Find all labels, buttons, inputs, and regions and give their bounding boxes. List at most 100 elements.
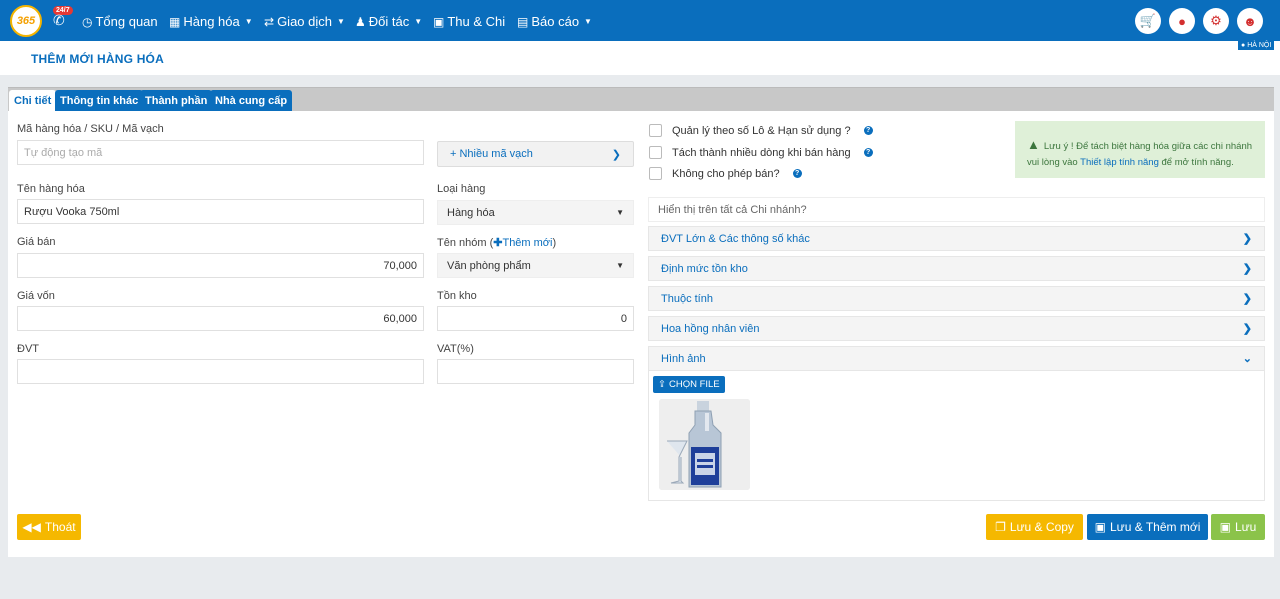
nav-dashboard[interactable]: ◷ Tổng quan [82, 14, 158, 29]
product-image[interactable] [659, 399, 750, 490]
nav-cashflow[interactable]: ▣ Thu & Chi [433, 14, 505, 29]
save-copy-label: Lưu & Copy [1009, 520, 1074, 534]
caret-down-icon: ▼ [616, 261, 624, 270]
back-icon: ◀◀ [22, 520, 41, 534]
floppy-icon: ▣ [1219, 520, 1231, 534]
nav-reports[interactable]: ▤ Báo cáo ▼ [517, 14, 592, 29]
map-marker-icon: ● [1178, 13, 1186, 29]
accordion-images[interactable]: Hình ảnh ⌄ [648, 346, 1265, 371]
tab-details[interactable]: Chi tiết [9, 90, 57, 111]
feature-settings-link[interactable]: Thiết lập tính năng [1080, 157, 1159, 168]
help-icon[interactable]: ? [863, 148, 873, 157]
chevron-down-icon: ▼ [244, 17, 253, 26]
accordion-attributes[interactable]: Thuộc tính ❯ [648, 286, 1265, 311]
chevron-right-icon: ❯ [611, 148, 621, 161]
cost-input[interactable]: 60,000 [17, 306, 424, 331]
save-button[interactable]: ▣ Lưu [1211, 514, 1265, 540]
no-sell-option-label: Không cho phép bán? [672, 167, 780, 180]
accordion-images-label: Hình ảnh [661, 352, 706, 365]
save-new-button[interactable]: ▣ Lưu & Thêm mới [1087, 514, 1208, 540]
help-icon[interactable]: ? [792, 169, 802, 178]
accordion-stock-limit[interactable]: Định mức tồn kho ❯ [648, 256, 1265, 281]
group-select[interactable]: Văn phòng phẩm ▼ [437, 253, 634, 278]
save-copy-button[interactable]: ❐ Lưu & Copy [986, 514, 1083, 540]
save-new-label: Lưu & Thêm mới [1109, 520, 1201, 534]
help-icon[interactable]: ? [863, 126, 873, 135]
chevron-right-icon: ❯ [1242, 293, 1252, 305]
show-all-branches[interactable]: Hiển thị trên tất cả Chi nhánh? [648, 197, 1265, 222]
map-marker-icon: ● [1241, 42, 1246, 49]
nav-products[interactable]: ▦ Hàng hóa ▼ [169, 14, 253, 29]
chevron-right-icon: ❯ [1242, 233, 1252, 245]
chevron-down-icon: ▼ [336, 17, 345, 26]
settings-button[interactable]: ⚙ [1203, 8, 1229, 34]
chevron-right-icon: ❯ [1242, 323, 1252, 335]
type-select[interactable]: Hàng hóa ▼ [437, 200, 634, 225]
nav-reports-label: Báo cáo [531, 14, 580, 29]
chevron-down-icon: ▼ [414, 17, 423, 26]
exit-button[interactable]: ◀◀ Thoát [17, 514, 81, 540]
type-label: Loại hàng [437, 183, 486, 195]
no-sell-option[interactable]: Không cho phép bán?? [649, 167, 802, 180]
nav-transactions-label: Giao dịch [277, 14, 332, 29]
tab-other-info[interactable]: Thông tin khác [55, 90, 144, 111]
app-logo[interactable]: 365 [10, 5, 42, 37]
accordion-commission[interactable]: Hoa hồng nhân viên ❯ [648, 316, 1265, 341]
sku-label: Mã hàng hóa / SKU / Mã vạch [17, 123, 164, 135]
money-icon: ▣ [433, 14, 445, 29]
accordion-commission-label: Hoa hồng nhân viên [661, 322, 760, 335]
nav-products-label: Hàng hóa [183, 14, 240, 29]
name-input[interactable]: Rượu Vooka 750ml [17, 199, 424, 224]
price-input[interactable]: 70,000 [17, 253, 424, 278]
group-select-value: Văn phòng phẩm [447, 259, 531, 272]
sku-input[interactable]: Tự động tạo mã [17, 140, 424, 165]
accordion-stock-limit-label: Định mức tồn kho [661, 262, 748, 275]
nav-partners-label: Đối tác [368, 14, 410, 29]
accordion-unit[interactable]: ĐVT Lớn & Các thông số khác ❯ [648, 226, 1265, 251]
price-label: Giá bán [17, 236, 56, 248]
accordion-unit-label: ĐVT Lớn & Các thông số khác [661, 232, 810, 245]
group-label: Tên nhóm (✚Thêm mới) [437, 236, 556, 249]
choose-file-button[interactable]: ⇪ CHỌN FILE [653, 376, 725, 393]
nav-partners[interactable]: ♟ Đối tác ▼ [355, 14, 422, 29]
tab-components[interactable]: Thành phần [140, 90, 213, 111]
exit-label: Thoát [44, 520, 76, 534]
name-label: Tên hàng hóa [17, 183, 85, 195]
user-button[interactable]: ☻ [1237, 8, 1263, 34]
nav-dashboard-label: Tổng quan [95, 14, 158, 29]
add-group-link[interactable]: Thêm mới [502, 237, 552, 249]
multi-barcode-button[interactable]: + Nhiều mã vạch ❯ [437, 141, 634, 167]
branch-note: ▲ Lưu ý ! Để tách biệt hàng hóa giữa các … [1015, 121, 1265, 178]
branch-label: HÀ NỘI [1247, 42, 1272, 49]
nav-transactions[interactable]: ⇄ Giao dịch ▼ [264, 14, 345, 29]
stock-input[interactable]: 0 [437, 306, 634, 331]
split-option[interactable]: Tách thành nhiều dòng khi bán hàng? [649, 146, 873, 159]
exchange-icon: ⇄ [264, 14, 275, 29]
upload-icon: ⇪ [658, 379, 666, 390]
vat-label: VAT(%) [437, 343, 474, 355]
vat-input[interactable] [437, 359, 634, 384]
lot-option[interactable]: Quản lý theo số Lô & Hạn sử dụng ?? [649, 124, 873, 137]
no-sell-checkbox[interactable] [649, 167, 662, 180]
note-text-2: vui lòng vào [1027, 157, 1081, 169]
split-checkbox[interactable] [649, 146, 662, 159]
branch-badge[interactable]: ● HÀ NỘI [1238, 41, 1275, 50]
note-text-1: Lưu ý ! Để tách biệt hàng hóa giữa các c… [1043, 141, 1253, 152]
page-header [0, 41, 1280, 75]
tab-suppliers[interactable]: Nhà cung cấp [210, 90, 293, 111]
unit-input[interactable] [17, 359, 424, 384]
caret-down-icon: ▼ [616, 208, 624, 217]
multi-barcode-label: + Nhiều mã vạch [450, 148, 533, 160]
cart-icon: 🛒 [1139, 13, 1157, 28]
group-label-text: Tên nhóm ( [437, 237, 494, 249]
phone-icon[interactable]: ✆ [53, 12, 65, 29]
chevron-right-icon: ❯ [1242, 263, 1252, 275]
users-icon: ♟ [355, 14, 366, 29]
cart-button[interactable]: 🛒 [1135, 8, 1161, 34]
cubes-icon: ▦ [169, 14, 181, 29]
lot-checkbox[interactable] [649, 124, 662, 137]
chevron-down-icon: ⌄ [1242, 353, 1252, 365]
choose-file-label: CHỌN FILE [668, 379, 720, 390]
location-button[interactable]: ● [1169, 8, 1195, 34]
nav-cashflow-label: Thu & Chi [447, 14, 506, 29]
